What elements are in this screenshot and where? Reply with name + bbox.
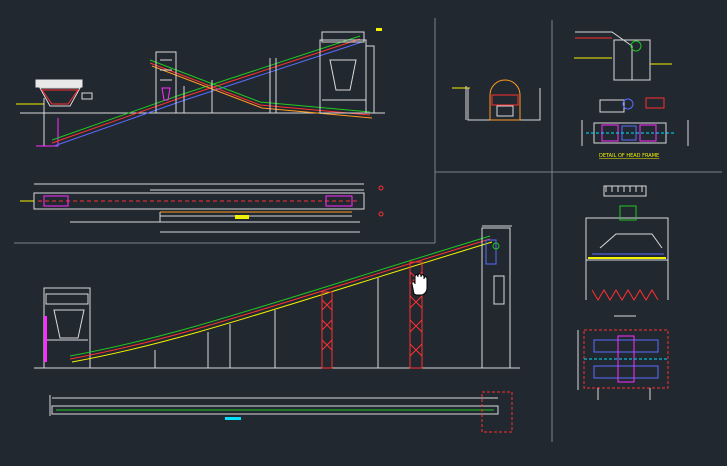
conveyor-plan-top (20, 183, 384, 233)
conveyor-elevation-bottom (34, 225, 520, 369)
conveyor-elevation-top (16, 28, 385, 147)
crusher-section (585, 185, 669, 317)
hand-pan-icon (411, 273, 428, 296)
tunnel-section (452, 79, 541, 121)
crusher-plan (577, 329, 669, 400)
head-frame-detail (574, 31, 689, 146)
cad-drawing-canvas[interactable]: DETAIL OF HEAD FRAME (0, 0, 727, 466)
conveyor-plan-bottom (49, 391, 513, 433)
head-frame-title: DETAIL OF HEAD FRAME (599, 153, 659, 159)
